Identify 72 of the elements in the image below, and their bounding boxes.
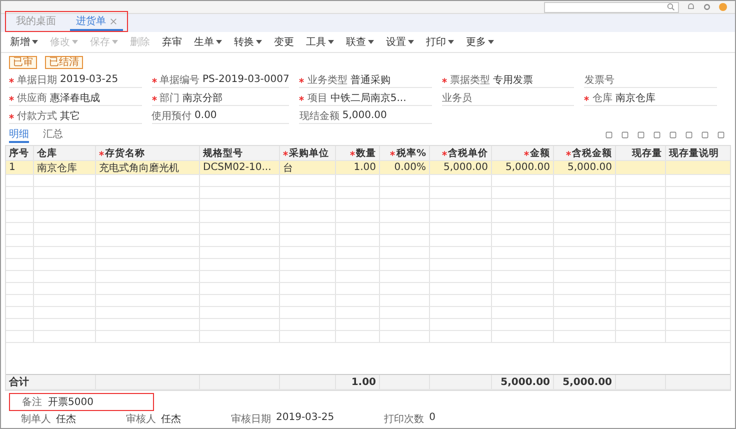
- field-label: 发票号: [584, 74, 614, 87]
- footer-label: 打印次数: [384, 412, 424, 426]
- field-label: 单据编号: [160, 74, 200, 87]
- table-cell: 1: [9, 162, 16, 173]
- field-value[interactable]: 南京分部: [182, 91, 290, 105]
- total-value: 1.00: [351, 376, 376, 388]
- column-header: 存货名称: [96, 146, 200, 160]
- column-header: 含税单价: [430, 146, 492, 160]
- field-label: 付款方式: [17, 110, 57, 123]
- field-label: 业务类型: [307, 74, 348, 87]
- column-header: 规格型号: [200, 146, 280, 160]
- bell-icon[interactable]: [687, 3, 695, 11]
- total-value: 5,000.00: [562, 376, 612, 388]
- status-tag: 已审: [9, 56, 37, 69]
- table-cell-text: 南京仓库: [37, 162, 77, 174]
- table-cell-text: 充电式角向磨光机: [99, 162, 179, 174]
- search-field[interactable]: [544, 2, 679, 12]
- footer-value: 任杰: [161, 412, 181, 426]
- column-header: 仓库: [34, 146, 96, 160]
- table-cell: 0.00%: [394, 162, 426, 173]
- footer-label: 审核人: [126, 412, 156, 426]
- field-value[interactable]: 南京仓库: [615, 91, 717, 105]
- table-cell: 5,000.00: [443, 162, 488, 173]
- field-value[interactable]: 专用发票: [492, 73, 574, 87]
- table-cell: 5,000.00: [567, 162, 612, 173]
- footer-label: 审核日期: [231, 412, 271, 426]
- remark-value[interactable]: 开票5000: [48, 395, 94, 409]
- footer-value: 任杰: [56, 412, 76, 426]
- column-header: 现存量: [616, 146, 666, 160]
- close-icon[interactable]: [110, 18, 117, 24]
- field-value[interactable]: 0.00: [194, 110, 290, 122]
- column-header: 采购单位: [280, 146, 336, 160]
- sub-tab[interactable]: 明细: [9, 127, 29, 143]
- table-cell: 1.00: [354, 162, 376, 173]
- avatar-icon[interactable]: [719, 3, 727, 11]
- remark-label: 备注: [22, 396, 42, 409]
- field-value[interactable]: 惠泽春电成: [50, 91, 142, 105]
- column-header: 现存量说明: [666, 146, 735, 160]
- column-header: 序号: [6, 146, 34, 160]
- field-value[interactable]: 5,000.00: [342, 110, 432, 122]
- status-tag: 已结清: [45, 56, 83, 69]
- field-value[interactable]: 中铁二局南京5...: [330, 91, 432, 105]
- footer-value: 2019-03-25: [276, 412, 334, 425]
- column-header: 含税金额: [554, 146, 616, 160]
- column-header: 金额: [492, 146, 554, 160]
- totals-label: 合计: [9, 376, 29, 389]
- tab[interactable]: 进货单: [70, 13, 123, 31]
- field-label: 部门: [160, 92, 180, 105]
- field-value[interactable]: 2019-03-25: [60, 74, 142, 86]
- table-cell: DCSM02-10...: [203, 162, 272, 173]
- field-label: 现结金额: [299, 110, 340, 123]
- field-label: 仓库: [592, 92, 612, 105]
- field-label: 单据日期: [17, 74, 57, 87]
- field-label: 项目: [307, 92, 328, 105]
- gear-icon[interactable]: [703, 3, 711, 11]
- total-value: 5,000.00: [500, 376, 550, 388]
- column-header: 税率%: [380, 146, 430, 160]
- table-cell: 5,000.00: [505, 162, 550, 173]
- field-label: 业务员: [442, 92, 472, 105]
- field-label: 票据类型: [450, 74, 490, 87]
- sub-tab[interactable]: 汇总: [43, 127, 63, 143]
- table-row[interactable]: 1 南京仓库 充电式角向磨光机 DCSM02-10... 台 1.00 0.00% 5,000.00 5,000.00 5,000.00: [6, 161, 730, 175]
- field-value[interactable]: 普通采购: [350, 73, 432, 87]
- footer-value: 0: [429, 412, 436, 425]
- column-header: 数量: [336, 146, 380, 160]
- footer-label: 制单人: [21, 412, 51, 426]
- field-value[interactable]: PS-2019-03-0007: [202, 74, 290, 86]
- field-label: 使用预付: [152, 110, 192, 123]
- field-value[interactable]: 其它: [60, 109, 142, 123]
- search-icon: [667, 3, 675, 11]
- table-cell-text: 台: [283, 162, 293, 174]
- field-label: 供应商: [17, 92, 47, 105]
